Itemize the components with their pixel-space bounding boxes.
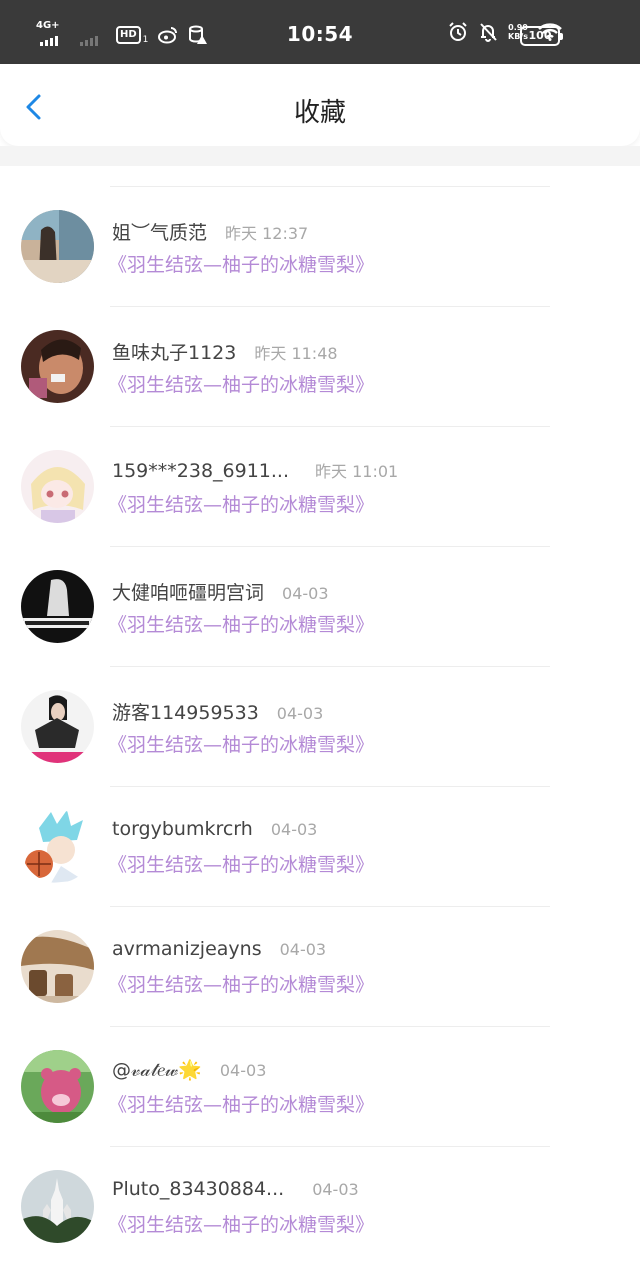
favorites-list: 姐︶气质范 昨天 12:37 《羽生结弦—柚子的冰糖雪梨》 鱼味丸子1123 昨… xyxy=(0,186,640,1266)
user-name: 姐︶气质范 xyxy=(112,222,208,244)
user-name: @𝓋𝒶𝓉𝑒𝓌🌟 xyxy=(112,1059,202,1081)
avatar[interactable] xyxy=(21,1050,94,1123)
user-name: torgybumkrcrh xyxy=(112,818,253,840)
list-item[interactable]: avrmanizjeayns 04-03 《羽生结弦—柚子的冰糖雪梨》 xyxy=(0,906,640,1026)
work-title-link[interactable]: 《羽生结弦—柚子的冰糖雪梨》 xyxy=(108,850,374,877)
mute-bell-icon xyxy=(480,23,497,42)
favorite-time: 昨天 12:37 xyxy=(225,224,309,243)
page-title: 收藏 xyxy=(293,98,346,128)
alarm-icon xyxy=(449,22,467,41)
list-item[interactable]: Pluto_83430884... 04-03 《羽生结弦—柚子的冰糖雪梨》 xyxy=(0,1146,640,1266)
divider xyxy=(110,546,550,547)
divider xyxy=(110,666,550,667)
user-name: 大健咱咂礓明宫词 xyxy=(112,582,265,604)
avatar[interactable] xyxy=(21,1170,94,1243)
user-name: avrmanizjeayns xyxy=(112,938,262,960)
divider xyxy=(110,786,550,787)
favorite-time: 04-03 xyxy=(279,940,327,959)
avatar[interactable] xyxy=(21,210,94,283)
avatar[interactable] xyxy=(21,330,94,403)
user-name: Pluto_83430884... xyxy=(112,1178,285,1200)
list-item[interactable]: 游客114959533 04-03 《羽生结弦—柚子的冰糖雪梨》 xyxy=(0,666,640,786)
list-item[interactable]: @𝓋𝒶𝓉𝑒𝓌🌟 04-03 《羽生结弦—柚子的冰糖雪梨》 xyxy=(0,1026,640,1146)
favorite-time: 04-03 xyxy=(312,1180,359,1199)
user-name: 159***238_6911... xyxy=(112,460,290,482)
avatar[interactable] xyxy=(21,690,94,763)
avatar[interactable] xyxy=(21,570,94,643)
favorite-time: 04-03 xyxy=(219,1061,267,1080)
divider xyxy=(110,306,550,307)
favorite-time: 04-03 xyxy=(270,820,318,839)
avatar[interactable] xyxy=(21,450,94,523)
avatar[interactable] xyxy=(21,930,94,1003)
work-title-link[interactable]: 《羽生结弦—柚子的冰糖雪梨》 xyxy=(108,610,374,637)
list-item[interactable]: 姐︶气质范 昨天 12:37 《羽生结弦—柚子的冰糖雪梨》 xyxy=(0,186,640,306)
avatar[interactable] xyxy=(21,810,94,883)
list-item[interactable]: 大健咱咂礓明宫词 04-03 《羽生结弦—柚子的冰糖雪梨》 xyxy=(0,546,640,666)
list-item[interactable]: 159***238_6911... 昨天 11:01 《羽生结弦—柚子的冰糖雪梨… xyxy=(0,426,640,546)
divider xyxy=(110,1026,550,1027)
battery-icon: 100 xyxy=(520,26,563,46)
divider xyxy=(110,426,550,427)
work-title-link[interactable]: 《羽生结弦—柚子的冰糖雪梨》 xyxy=(108,490,374,517)
work-title-link[interactable]: 《羽生结弦—柚子的冰糖雪梨》 xyxy=(108,370,374,397)
favorite-time: 04-03 xyxy=(282,584,329,603)
divider xyxy=(110,906,550,907)
favorite-time: 昨天 11:48 xyxy=(254,344,338,363)
work-title-link[interactable]: 《羽生结弦—柚子的冰糖雪梨》 xyxy=(108,250,374,277)
favorite-time: 昨天 11:01 xyxy=(315,462,399,481)
work-title-link[interactable]: 《羽生结弦—柚子的冰糖雪梨》 xyxy=(108,730,374,757)
nav-bar: 收藏 xyxy=(0,64,640,146)
divider xyxy=(110,1146,550,1147)
work-title-link[interactable]: 《羽生结弦—柚子的冰糖雪梨》 xyxy=(108,970,374,997)
list-item[interactable]: 鱼味丸子1123 昨天 11:48 《羽生结弦—柚子的冰糖雪梨》 xyxy=(0,306,640,426)
list-item[interactable]: torgybumkrcrh 04-03 《羽生结弦—柚子的冰糖雪梨》 xyxy=(0,786,640,906)
work-title-link[interactable]: 《羽生结弦—柚子的冰糖雪梨》 xyxy=(108,1210,374,1237)
divider xyxy=(110,186,550,187)
section-gap xyxy=(0,146,640,166)
work-title-link[interactable]: 《羽生结弦—柚子的冰糖雪梨》 xyxy=(108,1090,374,1117)
favorite-time: 04-03 xyxy=(276,704,324,723)
user-name: 游客114959533 xyxy=(112,702,259,724)
status-bar: 4G+ HD 1 10:54 0.90 KB/s 100 xyxy=(0,0,640,64)
user-name: 鱼味丸子1123 xyxy=(112,342,237,364)
